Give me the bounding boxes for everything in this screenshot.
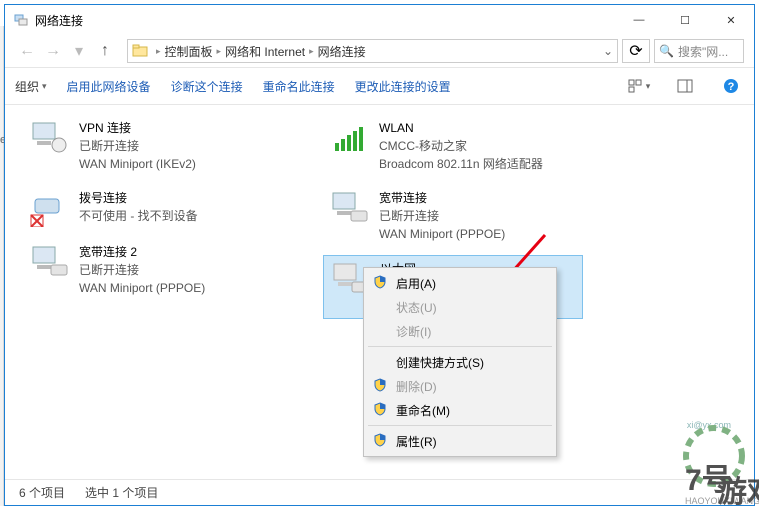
sep-icon: ▸ [156,46,161,57]
context-menu: 启用(A) 状态(U) 诊断(I) 创建快捷方式(S) 删除(D) 重命名(M)… [363,267,557,457]
connection-name: 拨号连接 [79,189,198,207]
ctx-delete: 删除(D) [366,374,554,398]
window: 网络连接 — ☐ ✕ ← → ▾ ↑ ▸ 控制面板 ▸ 网络和 Internet… [4,4,755,506]
minimize-button[interactable]: — [616,5,662,35]
connection-name: WLAN [379,119,543,137]
breadcrumb-dropdown-icon[interactable]: ⌄ [603,44,613,58]
vpn-icon [29,119,69,157]
edge-letter: e [0,134,3,146]
ctx-rename[interactable]: 重命名(M) [366,398,554,422]
chevron-down-icon: ▾ [646,81,651,92]
shield-icon [373,402,387,416]
breadcrumb-part[interactable]: 控制面板 [165,43,213,60]
breadcrumb-part[interactable]: 网络和 Internet [225,43,305,60]
connection-device: WAN Miniport (PPPOE) [79,279,205,297]
item-count: 6 个项目 [19,484,65,501]
connection-item-broadband[interactable]: 宽带连接 已断开连接 WAN Miniport (PPPOE) [323,185,583,247]
chevron-down-icon: ▾ [42,81,47,92]
ctx-enable[interactable]: 启用(A) [366,271,554,295]
wlan-icon [329,119,369,157]
connection-item-dialup[interactable]: 拨号连接 不可使用 - 找不到设备 [23,185,283,231]
window-title: 网络连接 [35,12,616,29]
nav-recent-dropdown[interactable]: ▾ [67,39,91,63]
ctx-create-shortcut[interactable]: 创建快捷方式(S) [366,350,554,374]
shield-icon [373,275,387,289]
address-bar: ← → ▾ ↑ ▸ 控制面板 ▸ 网络和 Internet ▸ 网络连接 ⌄ ⟳… [5,35,754,67]
shield-icon [373,433,387,447]
toolbar-rename[interactable]: 重命名此连接 [263,78,335,95]
connection-device: WAN Miniport (PPPOE) [379,225,505,243]
connection-status: 已断开连接 [379,207,505,225]
maximize-button[interactable]: ☐ [662,5,708,35]
close-button[interactable]: ✕ [708,5,754,35]
connection-status: 已断开连接 [79,261,205,279]
connection-name: VPN 连接 [79,119,196,137]
ctx-separator [368,425,552,426]
network-icon [13,12,29,28]
sep-icon: ▸ [309,46,314,57]
search-input[interactable]: 🔍 搜索"网... [654,39,744,63]
toolbar-enable-device[interactable]: 启用此网络设备 [67,78,151,95]
help-button[interactable]: ? [718,75,744,97]
connection-item-broadband2[interactable]: 宽带连接 2 已断开连接 WAN Miniport (PPPOE) [23,239,283,301]
broadband-icon [329,189,369,227]
connection-name: 宽带连接 2 [79,243,205,261]
broadband-icon [29,243,69,281]
titlebar: 网络连接 — ☐ ✕ [5,5,754,35]
connection-device: Broadcom 802.11n 网络适配器 [379,155,543,173]
ctx-properties[interactable]: 属性(R) [366,429,554,453]
selected-count: 选中 1 个项目 [85,484,158,501]
nav-forward-button: → [41,39,65,63]
connection-item-vpn[interactable]: VPN 连接 已断开连接 WAN Miniport (IKEv2) [23,115,283,177]
svg-text:?: ? [728,81,735,93]
connection-device: WAN Miniport (IKEv2) [79,155,196,173]
toolbar-diagnose[interactable]: 诊断这个连接 [171,78,243,95]
connection-status: CMCC-移动之家 [379,137,543,155]
window-buttons: — ☐ ✕ [616,5,754,35]
ctx-diagnose: 诊断(I) [366,319,554,343]
refresh-icon: ⟳ [629,41,642,61]
search-icon: 🔍 [659,44,674,58]
sep-icon: ▸ [217,46,222,57]
refresh-button[interactable]: ⟳ [622,39,650,63]
breadcrumb[interactable]: ▸ 控制面板 ▸ 网络和 Internet ▸ 网络连接 ⌄ [127,39,618,63]
search-placeholder: 搜索"网... [678,43,728,60]
status-bar: 6 个项目 选中 1 个项目 [5,479,754,505]
view-options-button[interactable]: ▾ [626,75,652,97]
connection-item-wlan[interactable]: WLAN CMCC-移动之家 Broadcom 802.11n 网络适配器 [323,115,583,177]
breadcrumb-part[interactable]: 网络连接 [318,43,366,60]
ctx-status: 状态(U) [366,295,554,319]
preview-pane-button[interactable] [672,75,698,97]
nav-up-button[interactable]: ↑ [93,39,117,63]
connection-name: 宽带连接 [379,189,505,207]
toolbar: 组织 ▾ 启用此网络设备 诊断这个连接 重命名此连接 更改此连接的设置 ▾ ? [5,67,754,105]
connections-column-left: VPN 连接 已断开连接 WAN Miniport (IKEv2) 拨号连接 不… [23,115,283,469]
breadcrumb-folder-icon [132,43,148,59]
nav-back-button[interactable]: ← [15,39,39,63]
connection-status: 已断开连接 [79,137,196,155]
dialup-icon [29,189,69,227]
ctx-separator [368,346,552,347]
toolbar-change-settings[interactable]: 更改此连接的设置 [355,78,451,95]
shield-icon [373,378,387,392]
connection-status: 不可使用 - 找不到设备 [79,207,198,225]
toolbar-organize[interactable]: 组织 ▾ [15,78,47,95]
